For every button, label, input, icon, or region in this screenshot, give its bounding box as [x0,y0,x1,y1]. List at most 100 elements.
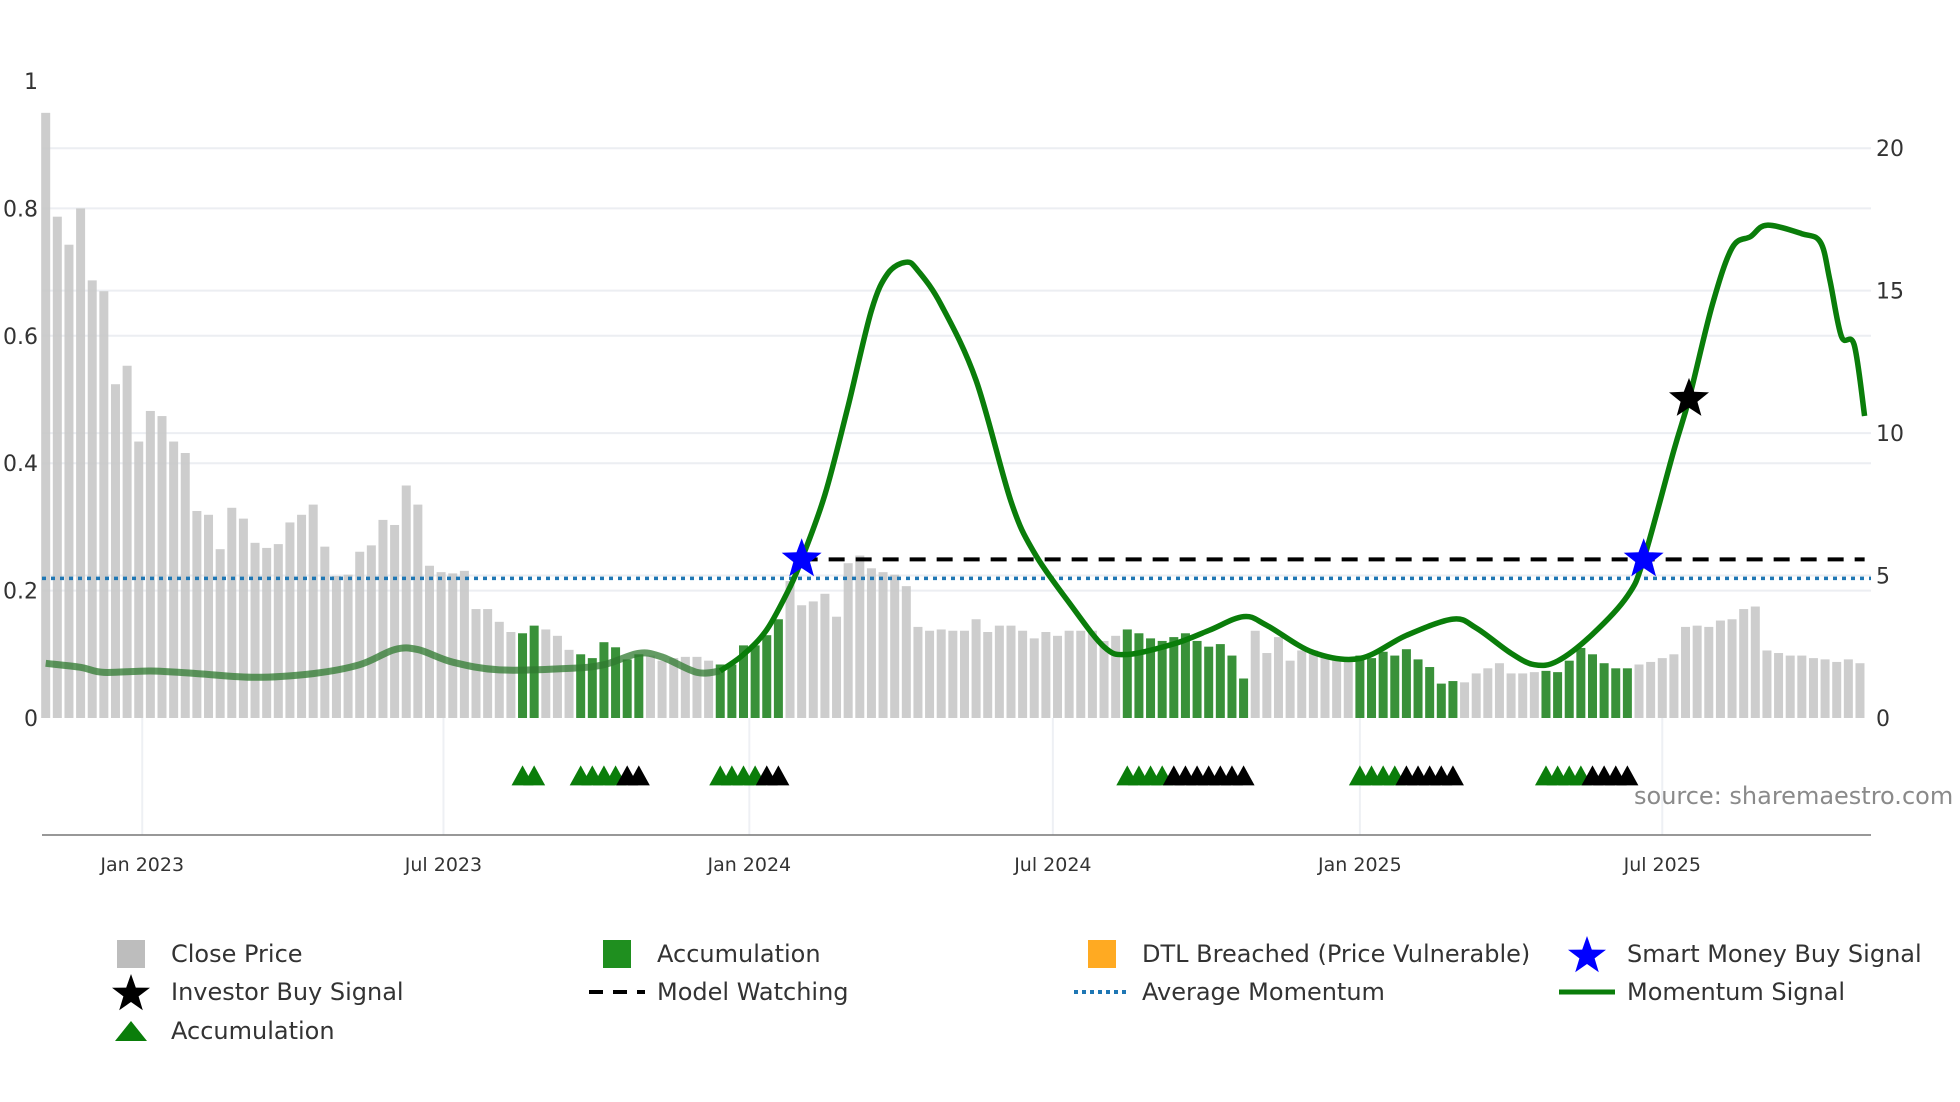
accumulation-bar [1180,633,1190,718]
accumulation-bar [762,635,772,718]
close-price-bar [1727,619,1737,718]
close-price-bar [1471,673,1481,718]
accumulation-bar [773,619,783,718]
close-price-bar [52,216,62,718]
close-price-bar [1681,626,1691,718]
close-price-bar [1774,653,1784,718]
close-price-bar [1494,663,1504,718]
close-price-bar [1262,653,1272,718]
left-tick-label: 0 [24,707,38,732]
close-price-bar [215,549,225,718]
close-price-bar [308,504,318,718]
x-tick-label: Jul 2023 [404,854,482,876]
close-price-bar [1320,654,1330,718]
close-price-bar [552,635,562,718]
left-tick-label: 0.2 [3,580,38,605]
close-price-bar [424,565,434,718]
close-price-bar [180,453,190,718]
accumulation-bar [1425,667,1435,718]
source-label: source: sharemaestro.com [1634,782,1953,810]
close-price-bar [1832,661,1842,718]
accumulation-bar [1367,658,1377,718]
close-price-bar [331,575,341,718]
close-price-bar [820,593,830,718]
smart-money-buy-star [1623,538,1664,577]
close-price-bar [1820,659,1830,718]
close-price-bar [878,572,888,718]
close-price-bar [1843,659,1853,718]
close-price-bar [506,632,516,718]
investor-buy-star [1669,377,1709,416]
close-price-bar [1460,682,1470,718]
accumulation-bar [1564,660,1574,718]
close-price-bar [1518,673,1528,718]
right-tick-label: 10 [1876,422,1904,447]
close-price-bar [1064,630,1074,718]
close-price-bar [936,629,946,718]
accumulation-bar [1401,649,1411,718]
close-price-bar [808,601,818,718]
close-price-bar [436,572,446,718]
x-tick-label: Jan 2023 [99,854,184,876]
close-price-bar [366,545,376,718]
close-price-bar [64,244,74,719]
close-price-bar [901,586,911,718]
close-price-bar [913,626,923,718]
close-price-bar [971,619,981,718]
close-price-bar [866,568,876,718]
smart-money-buy-star [781,538,822,577]
close-price-bar [1785,655,1795,718]
accumulation-bar [1157,640,1167,718]
close-price-bar [1076,630,1086,718]
accumulation-bar [1134,633,1144,718]
close-price-bar [1343,659,1353,718]
accumulation-bar [599,642,609,718]
close-price-bar [41,112,51,719]
x-tick-label: Jan 2024 [706,854,791,876]
x-tick-label: Jul 2024 [1013,854,1091,876]
close-price-bar [320,546,330,718]
accumulation-bar [1390,655,1400,718]
left-tick-label: 0.6 [3,325,38,350]
close-price-bar [1018,630,1028,718]
close-price-bar [1053,635,1063,718]
accumulation-bar [1611,668,1621,718]
close-price-bar [238,518,248,718]
close-price-bar [204,514,214,718]
accumulation-bar [1436,683,1446,718]
close-price-bar [343,574,353,718]
close-price-bar [959,630,969,718]
accumulation-bar [1587,654,1597,718]
close-price-bar [1006,625,1016,718]
close-price-bar [1308,650,1318,718]
close-price-bar [1529,672,1539,718]
accumulation-bar [1192,640,1202,718]
accumulation-bar [1541,670,1551,718]
close-price-bar [1029,638,1039,718]
close-price-bar [1797,655,1807,718]
close-price-bar [1704,626,1714,718]
accumulation-bar [1622,668,1632,718]
close-price-bar [890,574,900,718]
close-price-bar [401,485,411,718]
close-price-bar [925,630,935,718]
close-price-bar [983,632,993,718]
close-price-bar [1273,637,1283,718]
close-price-bar [448,573,458,718]
x-tick-label: Jan 2025 [1317,854,1402,876]
close-price-bar [1750,606,1760,718]
close-price-bar [285,522,295,718]
close-price-bar [483,609,493,718]
x-tick-label: Jul 2025 [1623,854,1701,876]
accumulation-bar [518,633,528,718]
accumulation-bar [576,654,586,718]
close-price-bar [192,510,202,718]
close-price-bar [99,291,109,718]
close-price-bar [1041,632,1051,718]
accumulation-bar [1378,651,1388,718]
close-price-bar [378,519,388,718]
close-price-bar [262,547,272,718]
close-price-bar [657,660,667,718]
close-price-bar [459,570,469,718]
accumulation-bar [1576,647,1586,718]
